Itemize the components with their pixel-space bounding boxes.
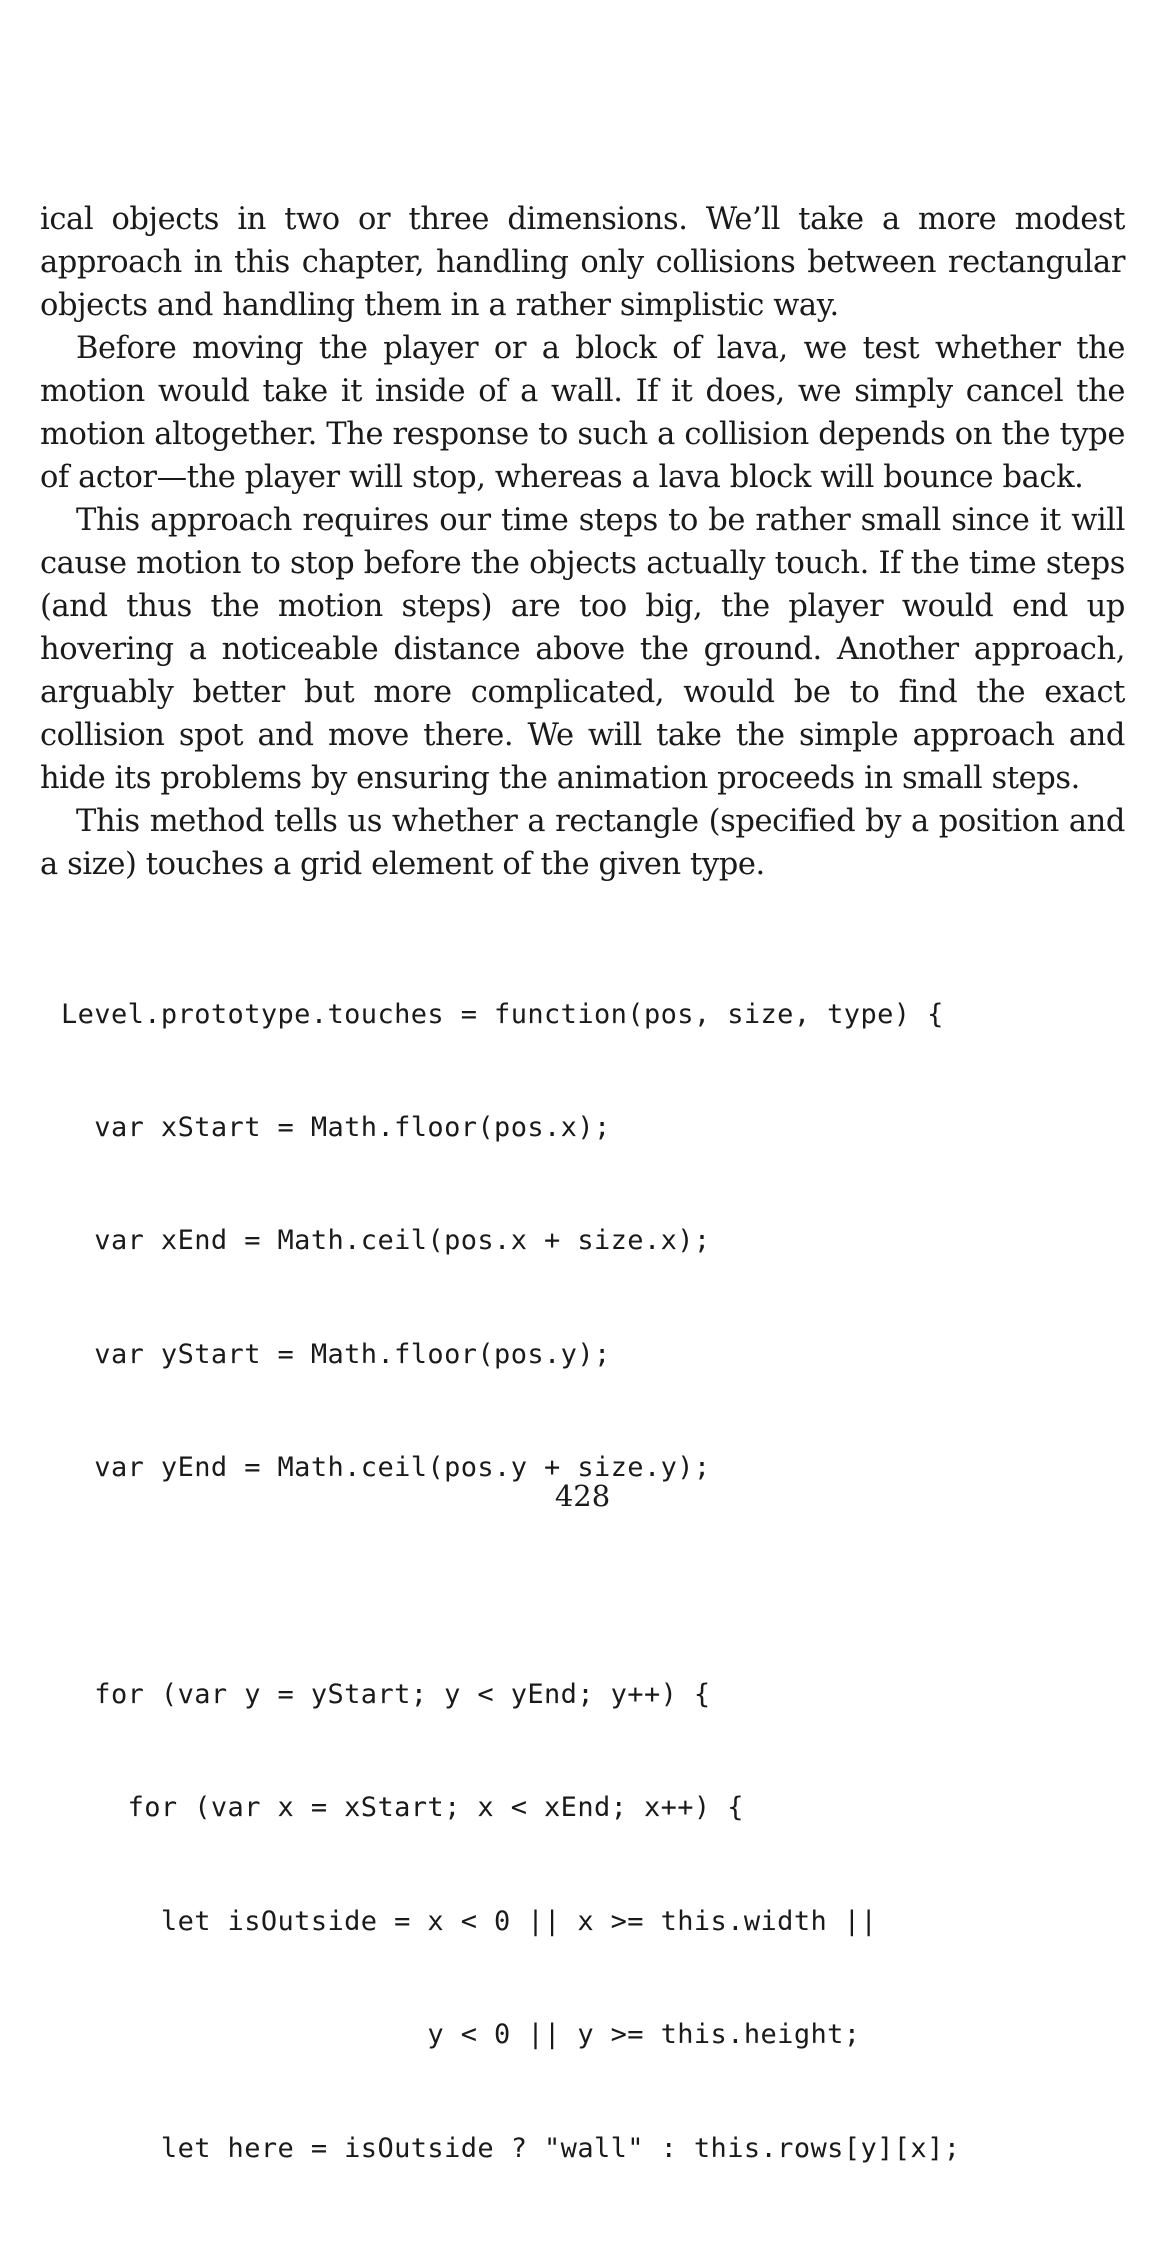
paragraph-3: This approach requires our time steps to…	[40, 503, 1125, 796]
paragraph-1: ical objects in two or three dimensions.…	[40, 202, 1125, 323]
paragraph-4: This method tells us whether a rectangle…	[40, 804, 1125, 882]
code-line: Level.prototype.touches = function(pos, …	[61, 998, 944, 1030]
page-number: 428	[554, 1479, 611, 1513]
code-line: let here = isOutside ? "wall" : this.row…	[61, 2132, 961, 2164]
code-line: for (var x = xStart; x < xEnd; x++) {	[61, 1792, 744, 1824]
code-line: var xStart = Math.floor(pos.x);	[61, 1111, 611, 1143]
paragraph-2: Before moving the player or a block of l…	[40, 331, 1125, 495]
book-page: ical objects in two or three dimensions.…	[0, 0, 1165, 2164]
code-line: var xEnd = Math.ceil(pos.x + size.x);	[61, 1225, 711, 1257]
code-line: let isOutside = x < 0 || x >= this.width…	[61, 1905, 878, 1937]
code-line: for (var y = yStart; y < yEnd; y++) {	[61, 1678, 711, 1710]
body-text: ical objects in two or three dimensions.…	[40, 198, 1125, 886]
code-line: var yStart = Math.floor(pos.y);	[61, 1338, 611, 1370]
code-line: y < 0 || y >= this.height;	[61, 2019, 861, 2051]
code-listing: Level.prototype.touches = function(pos, …	[61, 920, 960, 2243]
